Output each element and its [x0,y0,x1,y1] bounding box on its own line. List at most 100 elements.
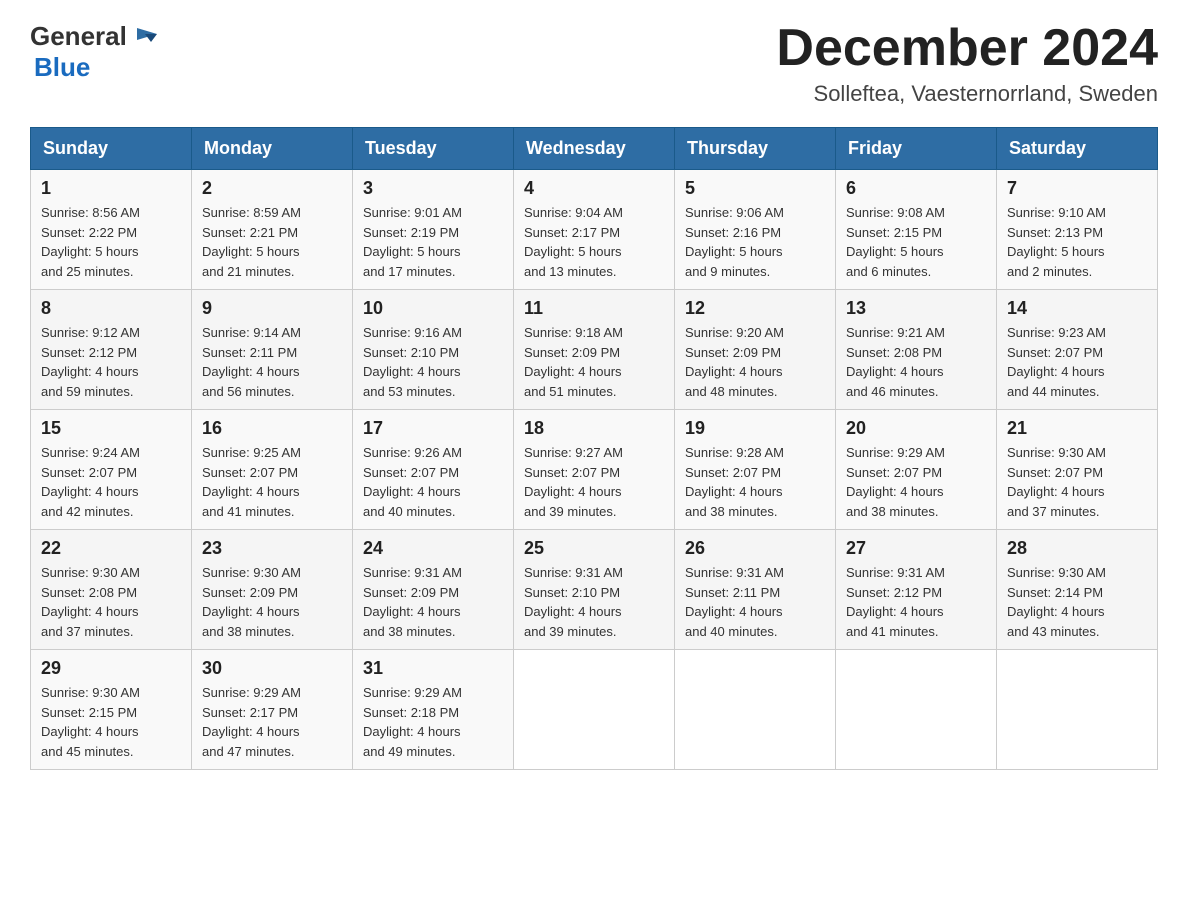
col-monday: Monday [192,128,353,170]
day-number: 26 [685,538,825,559]
day-number: 31 [363,658,503,679]
calendar-cell [514,650,675,770]
week-row-5: 29 Sunrise: 9:30 AMSunset: 2:15 PMDayligh… [31,650,1158,770]
logo-text-general: General [30,21,127,52]
calendar-cell: 22Sunrise: 9:30 AMSunset: 2:08 PMDayligh… [31,530,192,650]
logo-icon [129,20,161,52]
day-number: 2 [202,178,342,199]
calendar-cell: 7 Sunrise: 9:10 AMSunset: 2:13 PMDaylight… [997,170,1158,290]
calendar-cell: 28 Sunrise: 9:30 AMSunset: 2:14 PMDayligh… [997,530,1158,650]
calendar-cell: 15 Sunrise: 9:24 AMSunset: 2:07 PMDayligh… [31,410,192,530]
day-info: Sunrise: 9:30 AMSunset: 2:09 PMDaylight:… [202,563,342,641]
day-info: Sunrise: 9:18 AMSunset: 2:09 PMDaylight:… [524,323,664,401]
day-number: 6 [846,178,986,199]
day-info: Sunrise: 9:08 AMSunset: 2:15 PMDaylight:… [846,203,986,281]
day-info: Sunrise: 9:29 AMSunset: 2:07 PMDaylight:… [846,443,986,521]
day-number: 18 [524,418,664,439]
day-info: Sunrise: 9:10 AMSunset: 2:13 PMDaylight:… [1007,203,1147,281]
day-info: Sunrise: 9:16 AMSunset: 2:10 PMDaylight:… [363,323,503,401]
day-info: Sunrise: 9:14 AMSunset: 2:11 PMDaylight:… [202,323,342,401]
day-number: 29 [41,658,181,679]
calendar-cell [675,650,836,770]
calendar-cell: 23 Sunrise: 9:30 AMSunset: 2:09 PMDayligh… [192,530,353,650]
day-number: 25 [524,538,664,559]
col-sunday: Sunday [31,128,192,170]
day-info: Sunrise: 9:30 AMSunset: 2:08 PMDaylight:… [41,563,181,641]
day-number: 10 [363,298,503,319]
calendar-cell: 19Sunrise: 9:28 AMSunset: 2:07 PMDayligh… [675,410,836,530]
day-number: 21 [1007,418,1147,439]
day-info: Sunrise: 9:06 AMSunset: 2:16 PMDaylight:… [685,203,825,281]
day-info: Sunrise: 9:24 AMSunset: 2:07 PMDaylight:… [41,443,181,521]
day-info: Sunrise: 9:31 AMSunset: 2:10 PMDaylight:… [524,563,664,641]
day-number: 7 [1007,178,1147,199]
day-info: Sunrise: 9:27 AMSunset: 2:07 PMDaylight:… [524,443,664,521]
calendar-cell: 2 Sunrise: 8:59 AMSunset: 2:21 PMDaylight… [192,170,353,290]
day-info: Sunrise: 8:56 AMSunset: 2:22 PMDaylight:… [41,203,181,281]
week-row-1: 1 Sunrise: 8:56 AMSunset: 2:22 PMDaylight… [31,170,1158,290]
col-thursday: Thursday [675,128,836,170]
day-info: Sunrise: 9:12 AMSunset: 2:12 PMDaylight:… [41,323,181,401]
day-number: 9 [202,298,342,319]
day-number: 20 [846,418,986,439]
calendar-cell: 26 Sunrise: 9:31 AMSunset: 2:11 PMDayligh… [675,530,836,650]
calendar-cell: 6 Sunrise: 9:08 AMSunset: 2:15 PMDaylight… [836,170,997,290]
day-info: Sunrise: 9:30 AMSunset: 2:14 PMDaylight:… [1007,563,1147,641]
day-number: 13 [846,298,986,319]
day-info: Sunrise: 9:30 AMSunset: 2:15 PMDaylight:… [41,683,181,761]
title-section: December 2024 Solleftea, Vaesternorrland… [776,20,1158,107]
calendar-cell: 5 Sunrise: 9:06 AMSunset: 2:16 PMDaylight… [675,170,836,290]
calendar-cell: 24 Sunrise: 9:31 AMSunset: 2:09 PMDayligh… [353,530,514,650]
calendar-cell: 12Sunrise: 9:20 AMSunset: 2:09 PMDayligh… [675,290,836,410]
day-number: 17 [363,418,503,439]
calendar-cell: 20 Sunrise: 9:29 AMSunset: 2:07 PMDayligh… [836,410,997,530]
day-number: 15 [41,418,181,439]
calendar-cell: 21 Sunrise: 9:30 AMSunset: 2:07 PMDayligh… [997,410,1158,530]
calendar-cell: 9 Sunrise: 9:14 AMSunset: 2:11 PMDaylight… [192,290,353,410]
calendar-cell: 30Sunrise: 9:29 AMSunset: 2:17 PMDayligh… [192,650,353,770]
day-number: 28 [1007,538,1147,559]
calendar-cell: 27 Sunrise: 9:31 AMSunset: 2:12 PMDayligh… [836,530,997,650]
calendar-cell: 10 Sunrise: 9:16 AMSunset: 2:10 PMDayligh… [353,290,514,410]
day-number: 27 [846,538,986,559]
day-info: Sunrise: 9:28 AMSunset: 2:07 PMDaylight:… [685,443,825,521]
calendar-cell: 4 Sunrise: 9:04 AMSunset: 2:17 PMDaylight… [514,170,675,290]
calendar-cell [836,650,997,770]
day-info: Sunrise: 9:30 AMSunset: 2:07 PMDaylight:… [1007,443,1147,521]
day-info: Sunrise: 9:31 AMSunset: 2:11 PMDaylight:… [685,563,825,641]
location-subtitle: Solleftea, Vaesternorrland, Sweden [776,81,1158,107]
day-info: Sunrise: 9:23 AMSunset: 2:07 PMDaylight:… [1007,323,1147,401]
day-info: Sunrise: 8:59 AMSunset: 2:21 PMDaylight:… [202,203,342,281]
calendar-cell: 8 Sunrise: 9:12 AMSunset: 2:12 PMDaylight… [31,290,192,410]
calendar-cell: 29 Sunrise: 9:30 AMSunset: 2:15 PMDayligh… [31,650,192,770]
day-number: 1 [41,178,181,199]
calendar-cell: 11 Sunrise: 9:18 AMSunset: 2:09 PMDayligh… [514,290,675,410]
calendar-cell: 13 Sunrise: 9:21 AMSunset: 2:08 PMDayligh… [836,290,997,410]
day-info: Sunrise: 9:29 AMSunset: 2:17 PMDaylight:… [202,683,342,761]
day-number: 23 [202,538,342,559]
page-header: General Blue December 2024 Solleftea, Va… [30,20,1158,107]
calendar-cell: 3Sunrise: 9:01 AMSunset: 2:19 PMDaylight… [353,170,514,290]
day-number: 5 [685,178,825,199]
day-number: 4 [524,178,664,199]
logo-text-blue: Blue [34,52,90,83]
calendar-cell: 31 Sunrise: 9:29 AMSunset: 2:18 PMDayligh… [353,650,514,770]
day-number: 8 [41,298,181,319]
logo: General Blue [30,20,161,83]
week-row-3: 15 Sunrise: 9:24 AMSunset: 2:07 PMDayligh… [31,410,1158,530]
col-friday: Friday [836,128,997,170]
day-info: Sunrise: 9:31 AMSunset: 2:12 PMDaylight:… [846,563,986,641]
day-number: 24 [363,538,503,559]
day-info: Sunrise: 9:25 AMSunset: 2:07 PMDaylight:… [202,443,342,521]
day-info: Sunrise: 9:21 AMSunset: 2:08 PMDaylight:… [846,323,986,401]
day-info: Sunrise: 9:29 AMSunset: 2:18 PMDaylight:… [363,683,503,761]
day-info: Sunrise: 9:31 AMSunset: 2:09 PMDaylight:… [363,563,503,641]
day-number: 11 [524,298,664,319]
calendar-cell: 17Sunrise: 9:26 AMSunset: 2:07 PMDayligh… [353,410,514,530]
week-row-2: 8 Sunrise: 9:12 AMSunset: 2:12 PMDaylight… [31,290,1158,410]
day-info: Sunrise: 9:04 AMSunset: 2:17 PMDaylight:… [524,203,664,281]
calendar-table: Sunday Monday Tuesday Wednesday Thursday… [30,127,1158,770]
day-number: 3 [363,178,503,199]
calendar-header-row: Sunday Monday Tuesday Wednesday Thursday… [31,128,1158,170]
day-number: 12 [685,298,825,319]
